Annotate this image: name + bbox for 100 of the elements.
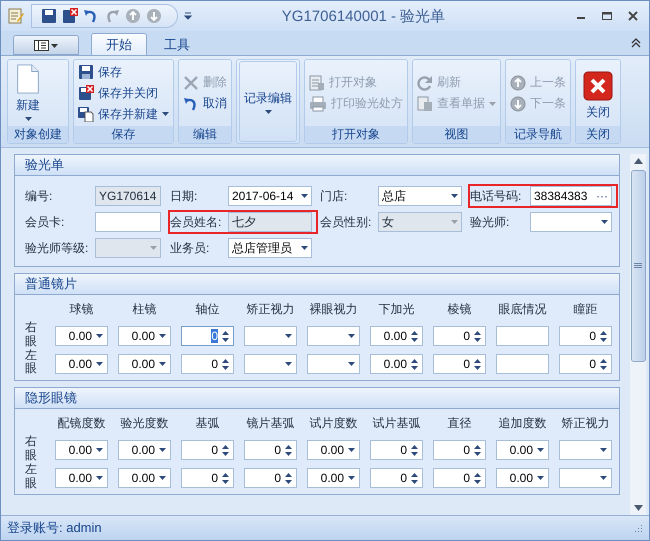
dropdown-field[interactable]: 0.00 xyxy=(118,326,171,346)
dropdown-field[interactable]: 0.00 xyxy=(55,354,108,374)
field-label: 会员性别: xyxy=(320,214,372,230)
column-header: 直径 xyxy=(446,415,472,432)
scrollbar[interactable] xyxy=(630,154,646,515)
dropdown-field[interactable]: 0.00 xyxy=(55,326,108,346)
section-header: 普通镜片 xyxy=(15,274,619,295)
close-icon xyxy=(583,71,613,101)
dropdown-field[interactable]: 0.00 xyxy=(307,468,360,488)
spin-field[interactable]: 0 xyxy=(370,440,423,460)
customize-arrow-icon[interactable] xyxy=(184,12,192,20)
ellipsis-button[interactable]: ··· xyxy=(596,189,608,203)
dropdown-arrow-icon xyxy=(162,112,169,116)
spin-field[interactable]: 0 xyxy=(181,354,234,374)
dropdown-field[interactable] xyxy=(559,468,612,488)
ribbon-button[interactable]: 记录编辑 xyxy=(239,61,297,142)
spin-arrows-icon xyxy=(285,472,292,485)
spin-field[interactable]: 0 xyxy=(181,326,234,346)
column-header: 矫正视力 xyxy=(246,301,296,318)
spin-field[interactable]: 0 xyxy=(433,440,486,460)
dropdown-field[interactable]: 0.00 xyxy=(55,468,108,488)
ribbon-tab[interactable]: 开始 xyxy=(91,33,147,55)
maximize-icon[interactable] xyxy=(601,10,613,22)
dropdown-field[interactable] xyxy=(307,326,360,346)
ribbon-button[interactable]: 新建 xyxy=(10,61,44,125)
dropdown-field[interactable]: 0.00 xyxy=(496,468,549,488)
dropdown-arrow-icon xyxy=(537,476,544,480)
spin-field[interactable]: 0 xyxy=(559,326,612,346)
dropdown-arrow-icon xyxy=(600,448,607,452)
dropdown-arrow-icon xyxy=(285,362,292,366)
dropdown-field[interactable] xyxy=(244,354,297,374)
dropdown-arrow-icon xyxy=(96,362,103,366)
dropdown-arrow-icon xyxy=(264,110,272,114)
dropdown-arrow-icon xyxy=(96,334,103,338)
dropdown-field[interactable] xyxy=(307,354,360,374)
button-edit-field[interactable]: 38384383 ··· xyxy=(530,186,612,206)
column-header: 瞳距 xyxy=(572,301,598,318)
ribbon-tab[interactable]: 工具 xyxy=(149,33,205,55)
save-icon[interactable] xyxy=(40,7,58,25)
dropdown-field[interactable]: 0.00 xyxy=(55,440,108,460)
spin-field[interactable]: 0 xyxy=(244,440,297,460)
ribbon-button[interactable]: 取消 xyxy=(181,94,229,113)
dropdown-field[interactable]: 2017-06-14 xyxy=(228,186,312,206)
close-icon[interactable] xyxy=(627,10,639,22)
spin-arrows-icon xyxy=(600,330,607,343)
resize-grip-icon[interactable] xyxy=(633,523,643,533)
text-field[interactable] xyxy=(496,326,549,346)
spin-field[interactable]: 0 xyxy=(181,440,234,460)
spin-field[interactable]: 0 xyxy=(433,354,486,374)
ribbon-button[interactable]: 保存并新建 xyxy=(76,104,171,124)
dropdown-arrow-icon xyxy=(537,448,544,452)
dropdown-field[interactable]: 总店管理员 xyxy=(228,238,312,258)
spin-field[interactable]: 0 xyxy=(370,468,423,488)
dropdown-arrow-icon xyxy=(24,117,32,121)
dropdown-arrow-icon xyxy=(159,448,166,452)
spin-field[interactable]: 0.00 xyxy=(370,354,423,374)
spin-field[interactable]: 0 xyxy=(433,468,486,488)
column-header: 配镜度数 xyxy=(56,415,106,432)
dropdown-field[interactable] xyxy=(530,212,612,232)
dropdown-field[interactable] xyxy=(559,440,612,460)
section-header: 隐形眼镜 xyxy=(15,388,619,410)
spin-field[interactable]: 0 xyxy=(181,468,234,488)
collapse-ribbon-icon[interactable] xyxy=(631,38,641,48)
text-field[interactable] xyxy=(95,212,161,232)
field-label: 验光师: xyxy=(470,214,510,230)
dropdown-field[interactable]: 0.00 xyxy=(118,440,171,460)
column-header: 镜片基弧 xyxy=(246,415,296,432)
ribbon-button[interactable]: 关闭 xyxy=(578,61,618,125)
spin-field[interactable]: 0 xyxy=(559,354,612,374)
ribbon-button[interactable]: 保存 xyxy=(76,62,171,82)
ribbon-button[interactable]: 保存并关闭 xyxy=(76,84,171,102)
spin-field[interactable]: 0 xyxy=(433,326,486,346)
dropdown-field[interactable] xyxy=(244,326,297,346)
spin-arrows-icon xyxy=(474,358,481,371)
spin-arrows-icon xyxy=(222,358,229,371)
text-field[interactable] xyxy=(496,354,549,374)
scroll-up-icon[interactable] xyxy=(634,158,642,164)
app-menu-button[interactable] xyxy=(13,35,79,55)
spin-field[interactable]: 0 xyxy=(244,468,297,488)
column-header: 下加光 xyxy=(378,301,416,318)
dropdown-field[interactable]: 0.00 xyxy=(118,354,171,374)
field-label: 业务员: xyxy=(170,240,210,256)
dropdown-arrow-icon xyxy=(348,476,355,480)
column-header: 柱镜 xyxy=(132,301,158,318)
column-header: 棱镜 xyxy=(446,301,472,318)
floppy-disk-x-icon[interactable] xyxy=(61,7,79,25)
dropdown-field[interactable]: 0.00 xyxy=(307,440,360,460)
dropdown-field[interactable]: 0.00 xyxy=(118,468,171,488)
spin-arrows-icon xyxy=(411,472,418,485)
dropdown-arrow-icon xyxy=(601,220,608,224)
column-header: 眼底情况 xyxy=(498,301,548,318)
dropdown-field[interactable]: 总店 xyxy=(378,186,462,206)
scrollbar-thumb[interactable] xyxy=(630,170,646,362)
dropdown-arrow-icon xyxy=(301,246,308,250)
dropdown-arrow-icon xyxy=(600,476,607,480)
dropdown-arrow-icon xyxy=(301,194,308,198)
scroll-down-icon[interactable] xyxy=(634,505,642,511)
dropdown-field[interactable]: 0.00 xyxy=(496,440,549,460)
group-label: 关闭 xyxy=(576,126,620,143)
spin-field[interactable]: 0.00 xyxy=(370,326,423,346)
